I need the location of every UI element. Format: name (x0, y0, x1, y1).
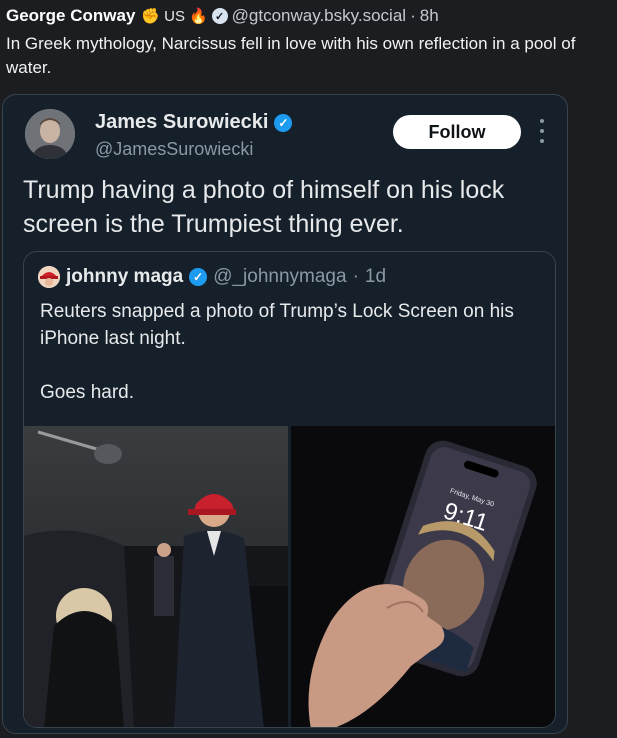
quote-age[interactable]: 1d (365, 266, 386, 288)
quote-separator: · (352, 266, 359, 287)
post-age[interactable]: 8h (420, 6, 439, 26)
author-name[interactable]: George Conway (6, 6, 135, 26)
maga-hat-icon[interactable] (38, 266, 60, 288)
quote-author-name[interactable]: johnny maga (66, 266, 183, 288)
embed-author-handle[interactable]: @JamesSurowiecki (95, 139, 253, 160)
author-handle[interactable]: @gtconway.bsky.social (232, 6, 406, 26)
country-tag: US (164, 7, 185, 25)
embed-tweet-text: Trump having a photo of himself on his l… (23, 176, 505, 238)
embedded-tweet-card[interactable]: James Surowiecki ✓ @JamesSurowiecki Foll… (2, 94, 568, 734)
photo-trump-rain[interactable] (24, 426, 288, 727)
post-text: In Greek mythology, Narcissus fell in lo… (6, 34, 576, 77)
embed-author-label: James Surowiecki (95, 111, 269, 133)
verified-badge-icon: ✓ (211, 8, 228, 24)
fire-icon: 🔥 (188, 8, 208, 25)
verified-badge-icon: ✓ (274, 113, 293, 132)
follow-button[interactable]: Follow (393, 115, 521, 149)
verified-badge-icon: ✓ (189, 268, 208, 286)
skeet-post: George Conway ✊ US 🔥 ✓ @gtconway.bsky.so… (0, 0, 617, 738)
flag-icon: ✊ (141, 8, 161, 25)
avatar[interactable] (25, 109, 75, 159)
quote-author-handle[interactable]: @_johnnymaga (213, 266, 346, 288)
quoted-tweet[interactable]: johnny maga ✓ @_johnnymaga · 1d Reuters … (23, 251, 556, 728)
quote-text: Reuters snapped a photo of Trump’s Lock … (40, 301, 514, 403)
embed-author-name[interactable]: James Surowiecki ✓ (95, 111, 293, 134)
photo-phone-lockscreen[interactable]: Friday, May 30 9:11 (291, 426, 555, 727)
header-separator: · (410, 6, 416, 25)
quote-header: johnny maga ✓ @_johnnymaga · 1d (38, 266, 386, 288)
post-header: George Conway ✊ US 🔥 ✓ @gtconway.bsky.so… (6, 4, 439, 28)
more-options-icon[interactable] (537, 119, 547, 143)
